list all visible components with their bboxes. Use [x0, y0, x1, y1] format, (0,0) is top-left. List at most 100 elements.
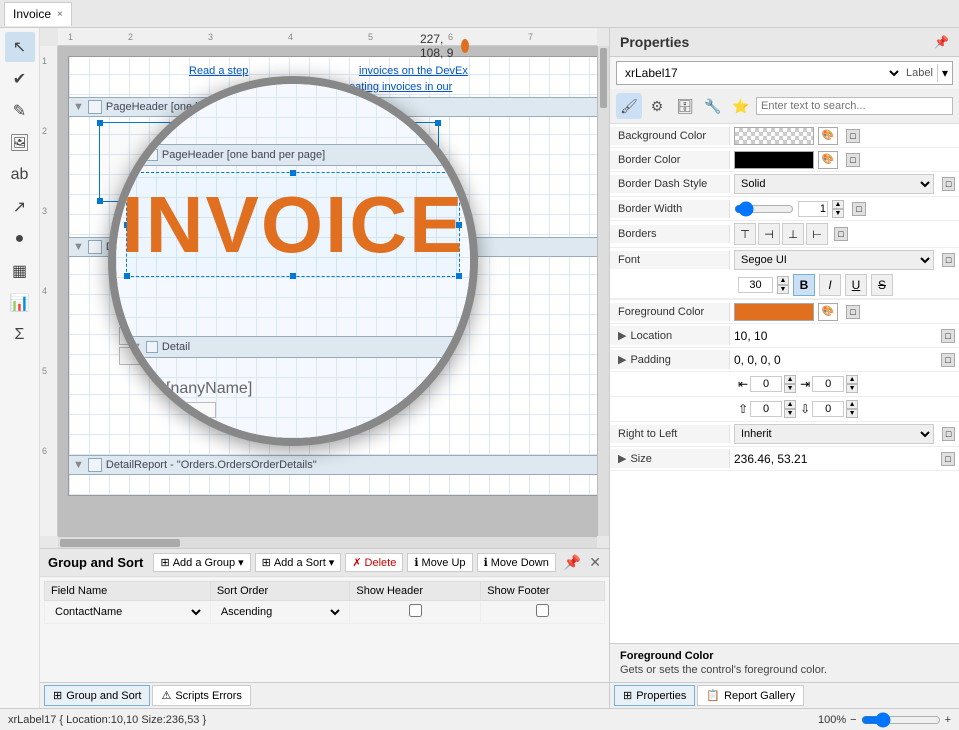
field-name-cell[interactable]: ContactName: [45, 601, 211, 624]
wrench-tool-icon[interactable]: 🔧: [700, 93, 726, 119]
prop-padding-controls-2: ⇧ ▲ ▼ ⇩ ▲ ▼: [610, 397, 959, 422]
zoom-minus-icon[interactable]: −: [850, 714, 856, 726]
group-sort-title: Group and Sort: [48, 555, 143, 570]
tool-sum[interactable]: Σ: [5, 320, 35, 350]
pad-left-down[interactable]: ▼: [784, 384, 796, 393]
fg-color-picker-btn[interactable]: 🎨: [818, 303, 838, 321]
sort-order-select[interactable]: Ascending: [217, 605, 344, 619]
star-tool-icon[interactable]: ⭐: [728, 93, 754, 119]
rtl-select[interactable]: Inherit No Yes: [734, 424, 934, 444]
bg-color-swatch[interactable]: [734, 127, 814, 145]
canvas-vscroll[interactable]: [597, 46, 609, 536]
tool-circle[interactable]: ●: [5, 224, 35, 254]
canvas-hscroll[interactable]: [58, 536, 597, 548]
zoom-slider[interactable]: [861, 712, 941, 728]
gear-tool-icon[interactable]: ⚙: [644, 93, 670, 119]
pad-right-input[interactable]: [812, 376, 844, 392]
add-sort-button[interactable]: ⊞ Add a Sort ▾: [255, 553, 342, 572]
component-name-select[interactable]: xrLabel17: [617, 62, 902, 84]
show-footer-checkbox[interactable]: [536, 604, 549, 617]
font-italic-button[interactable]: I: [819, 274, 841, 296]
delete-button[interactable]: ✗ Delete: [345, 553, 403, 572]
bg-color-label: Background Color: [610, 127, 730, 145]
props-search-input[interactable]: [756, 97, 953, 115]
border-right-btn[interactable]: ⊣: [758, 223, 780, 245]
canvas-bottom-tabs: ⊞ Group and Sort ⚠ Scripts Errors: [40, 682, 609, 708]
tab-properties[interactable]: ⊞ Properties: [614, 685, 695, 706]
border-top-btn[interactable]: ⊤: [734, 223, 756, 245]
pad-bottom-input[interactable]: [812, 401, 844, 417]
component-selector[interactable]: xrLabel17 Label ▾: [616, 61, 953, 85]
border-left-btn[interactable]: ⊢: [806, 223, 828, 245]
font-bold-button[interactable]: B: [793, 274, 815, 296]
add-sort-dropdown[interactable]: ▾: [329, 556, 335, 569]
border-width-input[interactable]: [798, 201, 828, 217]
tool-barcode[interactable]: ▦: [5, 256, 35, 286]
show-header-checkbox[interactable]: [409, 604, 422, 617]
tool-pointer[interactable]: ↖: [5, 32, 35, 62]
delete-icon: ✗: [352, 556, 361, 569]
border-color-picker-btn[interactable]: 🎨: [818, 151, 838, 169]
pad-top-down[interactable]: ▼: [784, 409, 796, 418]
tool-chart[interactable]: 📊: [5, 288, 35, 318]
tab-close-button[interactable]: ×: [57, 9, 63, 20]
pad-left-input[interactable]: [750, 376, 782, 392]
padding-expand-btn[interactable]: ▶: [618, 354, 626, 366]
pad-top-ctrl: ⇧ ▲ ▼: [738, 400, 796, 418]
group-sort-toolbar: ⊞ Add a Group ▾ ⊞ Add a Sort ▾ ✗: [153, 553, 555, 572]
detail-report-band[interactable]: ▼ DetailReport - "Orders.OrdersOrderDeta…: [69, 455, 597, 475]
group-sort-pin[interactable]: 📌: [564, 554, 581, 571]
paint-tool-icon[interactable]: 🖌: [616, 93, 642, 119]
pad-bottom-up[interactable]: ▲: [846, 400, 858, 409]
bg-color-picker-btn[interactable]: 🎨: [818, 127, 838, 145]
canvas-link-1[interactable]: Read a step: [189, 65, 248, 77]
font-family-select[interactable]: Segoe UI: [734, 250, 934, 270]
location-lock: □: [941, 329, 955, 343]
pad-right-up[interactable]: ▲: [846, 375, 858, 384]
font-strikethrough-button[interactable]: S: [871, 274, 893, 296]
pad-left-up[interactable]: ▲: [784, 375, 796, 384]
group-sort-close[interactable]: ✕: [589, 554, 601, 571]
font-underline-button[interactable]: U: [845, 274, 867, 296]
tool-arrow[interactable]: ↗: [5, 192, 35, 222]
pad-top-input[interactable]: [750, 401, 782, 417]
move-up-button[interactable]: ℹ Move Up: [407, 553, 472, 572]
border-width-up[interactable]: ▲: [832, 200, 844, 209]
font-size-down[interactable]: ▼: [777, 285, 789, 294]
prop-foreground-color: Foreground Color 🎨 □: [610, 300, 959, 324]
prop-padding: ▶Padding 0, 0, 0, 0 □: [610, 348, 959, 372]
pad-top-up[interactable]: ▲: [784, 400, 796, 409]
border-dash-select[interactable]: Solid: [734, 174, 934, 194]
props-pin-button[interactable]: 📌: [934, 35, 949, 49]
tab-group-and-sort[interactable]: ⊞ Group and Sort: [44, 685, 150, 706]
zoom-plus-icon[interactable]: +: [945, 714, 951, 726]
pad-bottom-down[interactable]: ▼: [846, 409, 858, 418]
tool-image[interactable]: 🖼: [5, 128, 35, 158]
sort-order-cell[interactable]: Ascending: [210, 601, 350, 624]
db-tool-icon[interactable]: 🗄: [672, 93, 698, 119]
tool-text[interactable]: ab: [5, 160, 35, 190]
location-expand-btn[interactable]: ▶: [618, 330, 626, 342]
tab-scripts-errors[interactable]: ⚠ Scripts Errors: [152, 685, 251, 706]
size-expand-btn[interactable]: ▶: [618, 453, 626, 465]
border-bottom-btn[interactable]: ⊥: [782, 223, 804, 245]
pad-right-down[interactable]: ▼: [846, 384, 858, 393]
border-width-down[interactable]: ▼: [832, 209, 844, 218]
add-group-dropdown[interactable]: ▾: [238, 556, 244, 569]
add-group-button[interactable]: ⊞ Add a Group ▾: [153, 553, 250, 572]
component-dropdown-btn[interactable]: ▾: [937, 64, 952, 82]
tool-edit[interactable]: ✎: [5, 96, 35, 126]
canvas-link-2[interactable]: invoices on the DevEx: [359, 65, 468, 77]
fg-color-swatch[interactable]: [734, 303, 814, 321]
tab-report-gallery[interactable]: 📋 Report Gallery: [697, 685, 804, 706]
border-width-slider[interactable]: [734, 201, 794, 217]
field-name-select[interactable]: ContactName: [51, 605, 204, 619]
size-lock: □: [941, 452, 955, 466]
border-width-lock: □: [852, 202, 866, 216]
move-down-button[interactable]: ℹ Move Down: [477, 553, 556, 572]
border-color-swatch[interactable]: [734, 151, 814, 169]
tool-check[interactable]: ✔: [5, 64, 35, 94]
font-size-input[interactable]: [738, 277, 773, 293]
invoice-tab[interactable]: Invoice ×: [4, 2, 72, 26]
font-size-up[interactable]: ▲: [777, 276, 789, 285]
